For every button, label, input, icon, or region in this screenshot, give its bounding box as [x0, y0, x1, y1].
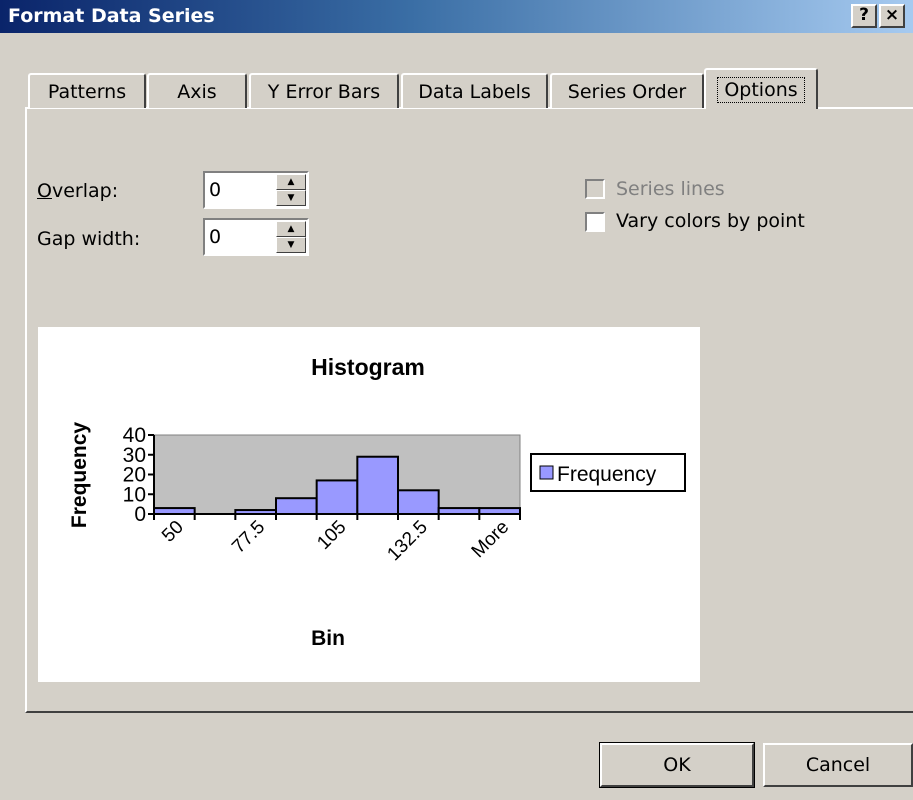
gap-width-label: Gap width:	[37, 228, 141, 250]
overlap-label-text: verlap:	[51, 180, 119, 202]
gap-width-stepper[interactable]: 0 ▲ ▼	[203, 218, 309, 256]
y-tick-label: 30	[123, 444, 146, 467]
gap-width-value[interactable]: 0	[209, 226, 221, 248]
tab-options[interactable]: Options	[704, 68, 818, 109]
histogram-bar	[275, 497, 318, 515]
help-button[interactable]: ?	[851, 4, 877, 28]
overlap-label-accesskey: O	[37, 180, 52, 202]
tab-axis[interactable]: Axis	[147, 73, 247, 108]
close-button[interactable]: ×	[879, 4, 905, 28]
overlap-stepper[interactable]: 0 ▲ ▼	[203, 171, 309, 209]
y-tick-label: 20	[123, 464, 146, 487]
series-lines-checkbox[interactable]	[585, 179, 605, 199]
cancel-button[interactable]: Cancel	[763, 743, 913, 787]
y-tick-label: 40	[123, 424, 146, 447]
overlap-up-arrow-icon[interactable]: ▲	[276, 174, 306, 190]
tab-options-label: Options	[717, 77, 805, 103]
tab-patterns[interactable]: Patterns	[28, 73, 146, 108]
x-tick-label: 50	[158, 517, 188, 547]
series-lines-label: Series lines	[616, 178, 725, 200]
gap-width-down-arrow-icon[interactable]: ▼	[276, 237, 306, 253]
y-tick-label: 10	[123, 483, 146, 506]
tab-series-order[interactable]: Series Order	[550, 73, 704, 108]
x-tick-label: 77.5	[228, 517, 269, 558]
overlap-value[interactable]: 0	[209, 179, 221, 201]
legend-swatch	[539, 465, 554, 480]
tab-y-error-bars[interactable]: Y Error Bars	[249, 73, 399, 108]
y-axis-title: Frequency	[68, 422, 91, 529]
y-tick-label: 0	[134, 503, 146, 526]
x-axis-title: Bin	[311, 627, 345, 650]
tab-data-labels[interactable]: Data Labels	[401, 73, 548, 108]
x-tick-label: 105	[313, 517, 350, 554]
histogram-bar	[397, 489, 440, 516]
ok-button[interactable]: OK	[599, 742, 755, 788]
gap-width-up-arrow-icon[interactable]: ▲	[276, 221, 306, 237]
vary-colors-checkbox[interactable]	[585, 212, 605, 232]
window-title: Format Data Series	[8, 5, 215, 27]
chart-preview: Histogram Bin Frequency 0 10 20 30 40 50 77.5 1…	[38, 327, 700, 682]
title-bar: Format Data Series ? ×	[0, 0, 913, 33]
x-tick-label: 132.5	[383, 517, 431, 565]
legend-label: Frequency	[557, 463, 657, 486]
histogram-bar	[315, 479, 359, 516]
vary-colors-label: Vary colors by point	[616, 210, 805, 232]
x-tick-label: More	[468, 517, 513, 562]
overlap-down-arrow-icon[interactable]: ▼	[276, 190, 306, 206]
chart-title: Histogram	[311, 354, 425, 380]
histogram-bar	[356, 455, 400, 516]
overlap-label: Overlap:	[37, 180, 118, 202]
histogram-chart: Histogram Bin Frequency 010203040 50 77.5 1…	[68, 354, 686, 650]
